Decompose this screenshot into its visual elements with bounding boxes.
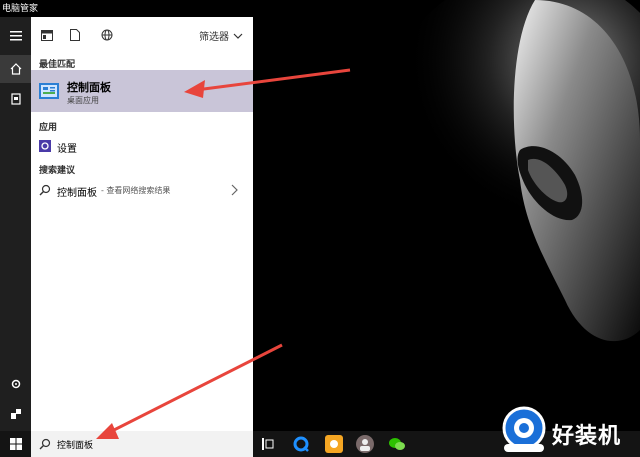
file-icon [70,29,80,41]
gear-icon [11,379,20,389]
best-match-control-panel[interactable]: 控制面板 桌面应用 [31,70,253,112]
home-button[interactable] [0,55,31,83]
hamburger-menu-button[interactable] [0,22,31,50]
suggestion-sub: - 查看网络搜索结果 [101,186,171,195]
user-icon [10,409,21,419]
globe-icon [101,29,113,41]
control-panel-icon [39,83,59,99]
watermark-text: 好装机 [552,424,622,449]
search-input-text: 控制面板 [57,441,94,451]
web-tab[interactable] [99,27,115,43]
taskbar-app-orange[interactable] [325,435,343,453]
best-match-title: 控制面板 [67,81,111,94]
task-view-button[interactable] [259,435,277,453]
windows-logo-icon [9,438,22,450]
search-results-panel: 筛选器 最佳匹配 控制面板 桌面应用 应用 设置 搜索建议 控制面板 - 查看网… [31,17,253,431]
documents-button[interactable] [0,85,31,113]
chevron-right-icon [231,184,238,196]
filter-dropdown[interactable]: 筛选器 [199,28,243,43]
wechat-icon [389,438,405,450]
best-match-heading: 最佳匹配 [39,60,76,70]
document-icon [10,93,21,105]
filter-label: 筛选器 [199,32,229,43]
desktop-top-label: 电脑管家 [2,4,39,14]
search-icon [39,438,51,450]
search-icon [39,184,51,196]
alien-wallpaper-image [360,0,640,430]
suggestion-item-control-panel[interactable]: 控制面板 - 查看网络搜索结果 [31,179,253,201]
taskbar-browser-app[interactable] [292,435,310,453]
suggestion-label: 控制面板 [57,188,97,199]
user-button[interactable] [0,400,31,428]
taskbar-wechat-app[interactable] [388,435,406,453]
window-icon [41,29,53,41]
start-left-rail [0,17,31,431]
chevron-down-icon [233,33,243,39]
settings-gear-icon [39,140,51,152]
best-match-subtitle: 桌面应用 [67,96,99,105]
taskbar-search-box[interactable]: 控制面板 [31,431,253,457]
avatar-icon [360,439,370,451]
apps-heading: 应用 [39,123,58,133]
settings-button[interactable] [0,370,31,398]
browser-q-icon [293,436,309,452]
home-icon [10,63,21,75]
app-orange-icon [330,440,338,448]
start-button[interactable] [0,431,31,457]
watermark-logo: 好装机 [498,404,640,457]
app-item-label: 设置 [57,144,77,155]
watermark-badge-icon [502,406,546,452]
hamburger-icon [9,31,22,41]
all-results-tab[interactable] [39,27,55,43]
taskbar-avatar-app[interactable] [356,435,374,453]
search-suggestions-heading: 搜索建议 [39,166,76,176]
task-view-icon [262,438,274,450]
documents-tab[interactable] [67,27,83,43]
app-item-settings[interactable]: 设置 [31,135,253,157]
panel-toolbar: 筛选器 [31,17,253,53]
